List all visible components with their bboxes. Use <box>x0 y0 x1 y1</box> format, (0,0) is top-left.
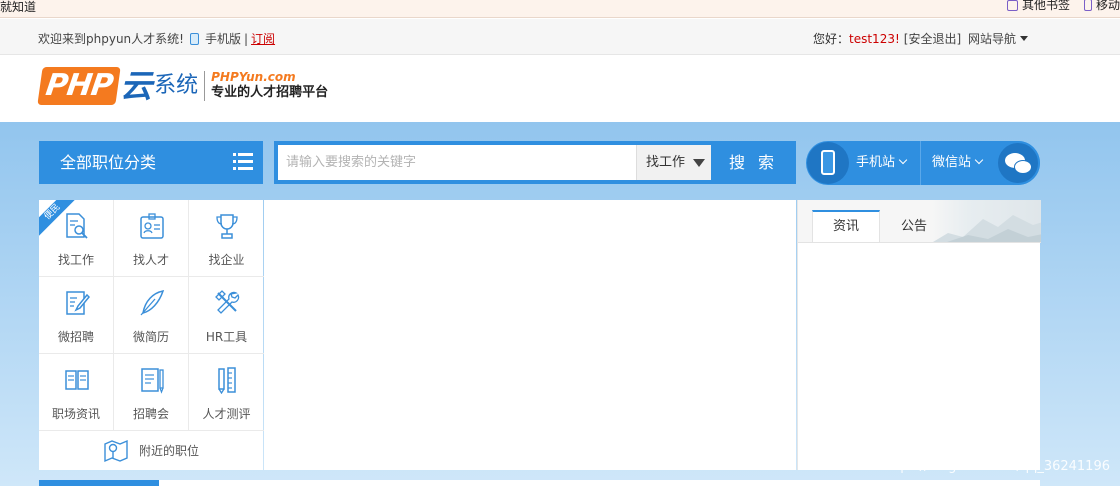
wechat-site-link[interactable]: 微信站 <box>932 141 984 185</box>
logo-slogan: 专业的人才招聘平台 <box>211 85 329 100</box>
quick-job-fair[interactable]: 招聘会 <box>114 354 189 431</box>
search-button[interactable]: 搜 索 <box>711 141 796 184</box>
nearby-jobs-label: 附近的职位 <box>138 444 199 458</box>
section-accent <box>39 480 159 486</box>
username-link[interactable]: test123 <box>849 32 895 46</box>
news-tabs: 资讯 公告 <box>798 200 1041 243</box>
quick-find-job-label: 找工作 <box>57 253 94 267</box>
wechat-site-label: 微信站 <box>932 155 972 170</box>
list-menu-icon <box>233 153 253 171</box>
folder-icon <box>1006 0 1018 11</box>
site-nav-label: 网站导航 <box>968 32 1017 46</box>
chevron-down-icon <box>898 155 908 165</box>
watermark-text: https://blog.csdn.net/qq_36241196 <box>881 459 1110 474</box>
site-nav-dropdown[interactable]: 网站导航 <box>968 30 1029 47</box>
header: PHP 云 系统 PHPYun.com 专业的人才招聘平台 <box>0 55 1120 122</box>
bookmark-mobile-label: 移动 <box>1095 0 1120 12</box>
browser-bookmark-bar: 就知道 其他书签 移动 <box>0 0 1120 18</box>
mobile-site-link[interactable]: 手机站 <box>856 141 908 185</box>
quick-micro-resume[interactable]: 微简历 <box>114 277 189 354</box>
search-type-select[interactable]: 找工作 <box>636 145 711 180</box>
welcome-area: 欢迎来到phpyun人才系统! 手机版 | 订阅 <box>38 30 275 47</box>
logo-php: PHP <box>37 67 121 105</box>
mobile-icon <box>189 32 199 45</box>
feather-icon <box>140 290 165 316</box>
quick-micro-recruit-label: 微招聘 <box>57 330 94 344</box>
quick-hr-tools-label: HR工具 <box>205 330 248 344</box>
quick-hr-tools[interactable]: HR工具 <box>189 277 264 354</box>
edit-doc-icon <box>66 291 90 315</box>
convenience-ribbon: 便民 <box>39 200 75 236</box>
quick-find-talent[interactable]: 找人才 <box>114 200 189 277</box>
tab-announcement[interactable]: 公告 <box>880 210 948 242</box>
logo-system: 系统 <box>154 73 199 98</box>
quick-job-fair-label: 招聘会 <box>132 407 169 421</box>
trophy-icon <box>216 214 238 239</box>
chevron-down-icon <box>974 155 984 165</box>
mobile-site-bar: 手机站 微信站 <box>806 141 1040 185</box>
search-type-label: 找工作 <box>646 155 686 170</box>
logo-tagline: PHPYun.com 专业的人才招聘平台 <box>211 70 328 102</box>
tools-icon <box>215 290 240 314</box>
quick-micro-resume-label: 微简历 <box>132 330 169 344</box>
separator: | <box>243 31 249 46</box>
wechat-icon[interactable] <box>996 141 1040 185</box>
top-link-bar: 欢迎来到phpyun人才系统! 手机版 | 订阅 您好： test123 ! [… <box>0 19 1120 55</box>
caret-down-icon <box>1020 36 1029 41</box>
quick-find-company-label: 找企业 <box>208 253 245 267</box>
nearby-jobs-link[interactable]: 附近的职位 <box>39 431 263 470</box>
quick-talent-assessment[interactable]: 人才测评 <box>189 354 264 431</box>
phone-bookmark-icon <box>1083 0 1092 11</box>
book-icon <box>65 370 89 390</box>
caret-down-icon <box>693 159 705 167</box>
bookmark-other-label: 其他书签 <box>1021 0 1070 12</box>
quick-find-talent-label: 找人才 <box>132 253 169 267</box>
bookmark-left-text[interactable]: 就知道 <box>0 0 36 14</box>
greeting-exclaim: ! <box>894 31 900 46</box>
quick-talent-assessment-label: 人才测评 <box>202 407 251 421</box>
search-bar: 找工作 搜 索 <box>274 141 796 184</box>
map-pin-icon <box>104 439 128 462</box>
logo-divider <box>204 71 206 101</box>
tab-news[interactable]: 资讯 <box>812 210 880 242</box>
welcome-text: 欢迎来到phpyun人才系统! <box>38 32 184 46</box>
ruler-pencil-icon <box>218 367 236 394</box>
all-categories-button[interactable]: 全部职位分类 <box>39 141 263 184</box>
id-badge-icon <box>140 213 164 239</box>
ribbon-label: 便民 <box>39 200 75 236</box>
quick-service-grid: 找工作 找人才 找企业 微招聘 微简历 HR工具 职场资讯 招聘会 人才测评 附… <box>39 200 264 470</box>
news-panel: 资讯 公告 <box>797 200 1041 470</box>
subscribe-link[interactable]: 订阅 <box>251 30 275 47</box>
bookmark-other[interactable]: 其他书签 <box>1006 0 1070 12</box>
logo-domain: PHPYun.com <box>211 70 296 84</box>
notepad-icon <box>141 368 164 394</box>
logout-link[interactable]: [安全退出] <box>904 30 961 47</box>
user-area: 您好： test123 ! [安全退出] <box>813 30 961 47</box>
site-logo[interactable]: PHP 云 系统 PHPYun.com 专业的人才招聘平台 <box>37 67 328 105</box>
next-section-strip <box>39 480 1040 486</box>
logo-yun: 云 <box>120 67 153 105</box>
quick-career-news-label: 职场资讯 <box>51 407 100 421</box>
greeting-text: 您好： <box>813 32 850 46</box>
smartphone-icon <box>807 142 849 184</box>
banner-slider <box>264 200 796 470</box>
divider <box>920 141 921 185</box>
quick-micro-recruit[interactable]: 微招聘 <box>39 277 114 354</box>
quick-career-news[interactable]: 职场资讯 <box>39 354 114 431</box>
mobile-version-link[interactable]: 手机版 <box>205 30 241 47</box>
bookmark-mobile[interactable]: 移动 <box>1083 0 1120 12</box>
mobile-site-label: 手机站 <box>856 155 896 170</box>
search-input[interactable] <box>278 145 636 180</box>
all-categories-label: 全部职位分类 <box>60 153 157 172</box>
quick-find-company[interactable]: 找企业 <box>189 200 264 277</box>
